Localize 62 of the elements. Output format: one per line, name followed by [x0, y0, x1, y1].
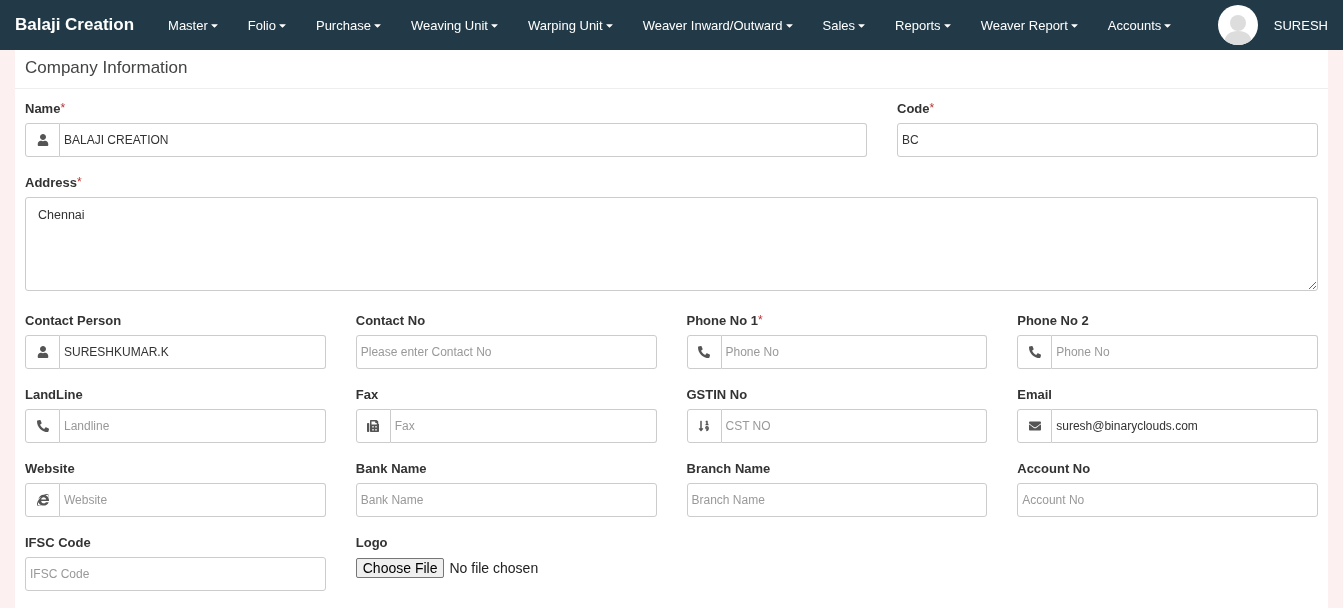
input-field[interactable]: Please enter Contact No [355, 335, 657, 369]
field-label: IFSC Code [25, 535, 91, 550]
file-status: No file chosen [449, 560, 539, 576]
field-label: LandLine [25, 387, 83, 402]
input-field[interactable]: Account No [1017, 483, 1318, 517]
input-field[interactable]: Landline [60, 409, 326, 443]
field-label: Email [1017, 387, 1052, 402]
field-label: Name [25, 101, 61, 116]
user-name[interactable]: SURESH [1273, 17, 1328, 33]
input-field[interactable]: suresh@binaryclouds.com [1052, 409, 1318, 443]
fax-icon [367, 420, 380, 432]
menu-item[interactable]: Folio [233, 17, 302, 33]
input-field[interactable]: BALAJI CREATION [60, 123, 867, 157]
field-label: Fax [355, 387, 379, 402]
field-label: Logo [355, 535, 388, 550]
field-label: Website [25, 461, 75, 476]
required-mark: * [758, 313, 763, 327]
required-mark: * [60, 101, 66, 115]
user-icon [36, 134, 49, 146]
user-icon [36, 346, 49, 358]
phone-icon [698, 346, 710, 358]
field-label: Contact Person [25, 313, 122, 328]
field-label: Contact No [355, 313, 426, 328]
input-field[interactable]: Fax [390, 409, 657, 443]
field-label: Code [897, 101, 930, 116]
field-label: Phone No 2 [1017, 313, 1089, 328]
phone-icon [1028, 346, 1041, 358]
phone-icon [36, 420, 49, 432]
brand-name: Balaji Creation [15, 15, 135, 35]
menu-item[interactable]: Purchase [301, 17, 397, 33]
menu-item[interactable]: Warping Unit [513, 17, 629, 33]
menu-item[interactable]: Master [154, 17, 234, 33]
address-field[interactable]: Chennai [25, 197, 1318, 291]
input-field[interactable]: Bank Name [355, 483, 657, 517]
menu-item[interactable]: Sales [808, 17, 882, 33]
required-mark: * [929, 101, 935, 115]
choose-file-button[interactable]: Choose File [355, 558, 445, 578]
menu-item[interactable]: Reports [881, 17, 967, 33]
field-label: Address [25, 175, 78, 190]
field-label: GSTIN No [686, 387, 748, 402]
numeric-sort-icon [698, 420, 710, 432]
menu-item[interactable]: Accounts [1093, 17, 1188, 33]
menu-item[interactable]: Weaving Unit [396, 17, 514, 33]
input-field[interactable]: CST NO [721, 409, 988, 443]
browser-e-icon [36, 494, 49, 506]
field-label: Bank Name [355, 461, 427, 476]
input-field[interactable]: IFSC Code [25, 557, 326, 591]
envelope-icon [1028, 420, 1041, 432]
input-field[interactable]: Phone No [1052, 335, 1318, 369]
panel-title: Company Information [25, 58, 188, 77]
field-label: Branch Name [686, 461, 771, 476]
input-field[interactable]: Website [60, 483, 326, 517]
menu-item[interactable]: Weaver Inward/Outward [628, 17, 809, 33]
menu-item[interactable]: Weaver Report [966, 17, 1094, 33]
field-label: Account No [1017, 461, 1091, 476]
field-label: Phone No 1 [686, 313, 758, 328]
input-field[interactable]: SURESHKUMAR.K [60, 335, 326, 369]
required-mark: * [77, 175, 82, 189]
avatar-icon[interactable] [1217, 5, 1258, 45]
input-field[interactable]: Branch Name [686, 483, 988, 517]
input-field[interactable]: BC [897, 123, 1318, 157]
input-field[interactable]: Phone No [721, 335, 988, 369]
